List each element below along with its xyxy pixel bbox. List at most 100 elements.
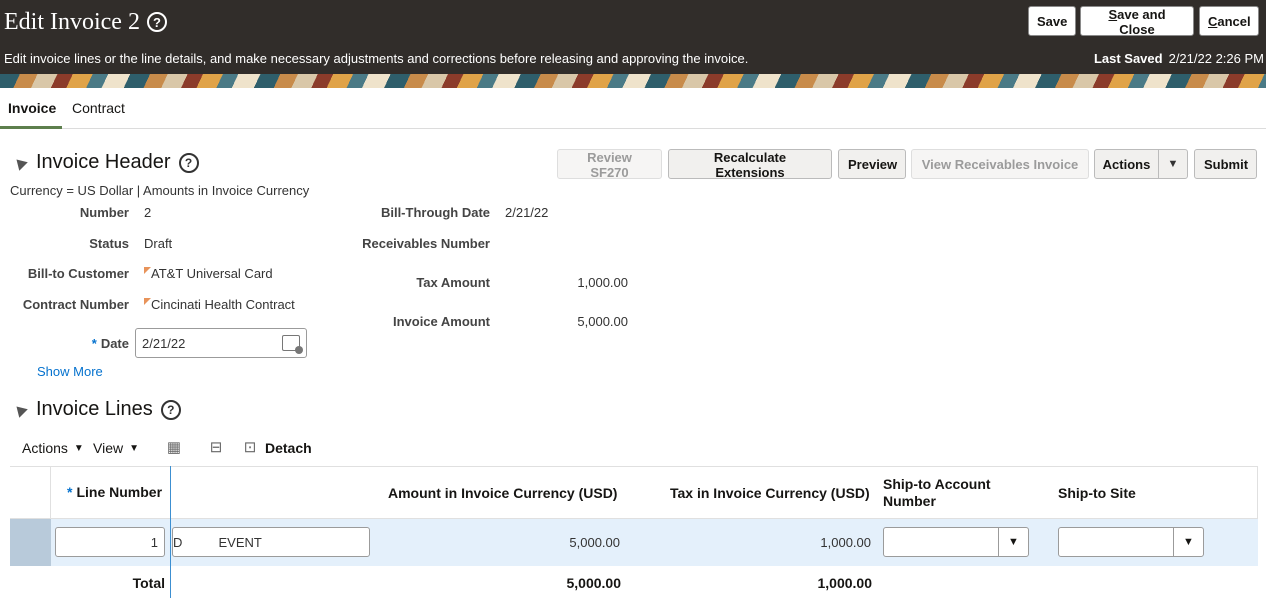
dropdown-arrow-icon[interactable]: ▼ (1173, 528, 1203, 556)
active-tab-indicator (0, 126, 62, 129)
line-number-input[interactable]: 1 (55, 527, 165, 557)
lines-view-menu[interactable]: View ▼ (93, 440, 139, 456)
page-title: Edit Invoice 2 (4, 9, 140, 35)
bill-to-customer-value[interactable]: AT&T Universal Card (144, 266, 273, 281)
save-button[interactable]: Save (1028, 6, 1076, 36)
col-line-number[interactable]: * Line Number (67, 484, 162, 500)
table-row[interactable]: 1 D EVENT 5,000.00 1,000.00 ▼ ▼ (10, 519, 1258, 566)
required-indicator: * (91, 336, 97, 351)
freeze-columns-icon[interactable]: ▦ (165, 438, 183, 456)
decorative-banner (0, 74, 1266, 88)
save-and-close-button[interactable]: Save and Close (1080, 6, 1194, 37)
ship-to-site-select[interactable]: ▼ (1058, 527, 1204, 557)
help-icon[interactable]: ? (147, 12, 167, 32)
show-more-link[interactable]: Show More (37, 364, 103, 379)
submit-button[interactable]: Submit (1194, 149, 1257, 179)
date-input-value: 2/21/22 (142, 336, 186, 351)
page-subtitle: Edit invoice lines or the line details, … (4, 51, 749, 66)
lines-view-label: View (93, 440, 124, 456)
receivables-number-label: Receivables Number (362, 236, 490, 251)
table-total-row: Total 5,000.00 1,000.00 (10, 566, 1258, 598)
col-ship-to-account-l2: Number (883, 493, 936, 509)
bill-to-customer-label: Bill-to Customer (27, 266, 129, 281)
contract-number-label: Contract Number (22, 297, 129, 312)
total-label: Total (132, 575, 165, 591)
invoice-amount-value: 5,000.00 (577, 314, 628, 329)
required-indicator: * (67, 484, 73, 500)
invoice-lines-section-title[interactable]: Invoice Lines ? (12, 398, 181, 421)
col-ship-to-account-l1: Ship-to Account (883, 476, 991, 492)
number-label: Number (79, 205, 129, 220)
col-ship-to-account[interactable]: Ship-to Account Number (883, 476, 991, 510)
dropdown-arrow-icon: ▼ (73, 442, 84, 454)
col-ship-to-site[interactable]: Ship-to Site (1058, 485, 1136, 501)
row-header-column (10, 467, 51, 520)
dropdown-arrow-icon: ▼ (129, 442, 139, 454)
last-saved-value: 2/21/22 2:26 PM (1168, 51, 1264, 66)
review-sf270-button[interactable]: Review SF270 (557, 149, 662, 180)
date-label-text: Date (100, 336, 129, 351)
number-value: 2 (144, 205, 152, 220)
lines-actions-menu[interactable]: Actions ▼ (22, 440, 84, 456)
preview-button[interactable]: Preview (838, 149, 906, 179)
recalculate-extensions-button[interactable]: Recalculate Extensions (668, 149, 832, 180)
tab-invoice[interactable]: Invoice (8, 100, 56, 116)
cancel-label: ancel (1217, 13, 1251, 29)
calendar-icon[interactable] (282, 335, 303, 354)
date-input[interactable]: 2/21/22 (135, 328, 307, 358)
tab-contract[interactable]: Contract (72, 100, 125, 116)
contract-number-value[interactable]: Cincinati Health Contract (144, 297, 295, 312)
actions-menu-button[interactable]: Actions ▼ (1094, 149, 1188, 179)
invoice-lines-table: * Line Number Amount in Invoice Currency … (10, 466, 1258, 598)
collapse-triangle-icon[interactable] (12, 401, 28, 418)
col-amount[interactable]: Amount in Invoice Currency (USD) (388, 485, 617, 501)
help-icon[interactable]: ? (178, 152, 199, 173)
total-amount: 5,000.00 (566, 575, 622, 591)
tax-amount-label: Tax Amount (416, 275, 490, 290)
page-header: Edit Invoice 2 ? Edit invoice lines or t… (0, 0, 1266, 74)
collapse-triangle-icon[interactable] (12, 154, 28, 171)
row-selector[interactable] (10, 519, 51, 566)
currency-info: Currency = US Dollar | Amounts in Invoic… (10, 183, 310, 198)
ship-to-account-select[interactable]: ▼ (883, 527, 1029, 557)
actions-label[interactable]: Actions (1095, 150, 1159, 178)
invoice-header-title: Invoice Header (36, 151, 171, 173)
invoice-amount-label: Invoice Amount (392, 314, 490, 329)
help-icon[interactable]: ? (160, 399, 181, 420)
col-tax[interactable]: Tax in Invoice Currency (USD) (670, 485, 870, 501)
row-tax: 1,000.00 (820, 535, 871, 550)
invoice-header-section-title[interactable]: Invoice Header ? (12, 151, 199, 174)
contract-number-text: Cincinati Health Contract (151, 297, 295, 312)
flag-icon (144, 298, 151, 305)
cancel-mnemonic: C (1208, 13, 1218, 29)
bill-to-customer-text: AT&T Universal Card (151, 266, 273, 281)
wrap-icon[interactable]: ⊟ (207, 438, 225, 456)
last-saved: Last Saved 2/21/22 2:26 PM (1094, 51, 1264, 66)
frozen-column-divider[interactable] (170, 466, 171, 598)
description-input[interactable]: D EVENT (172, 527, 370, 557)
tax-amount-value: 1,000.00 (577, 275, 628, 290)
table-header-row: * Line Number Amount in Invoice Currency … (10, 466, 1258, 520)
dropdown-arrow-icon[interactable]: ▼ (998, 528, 1028, 556)
bill-through-date-value: 2/21/22 (505, 205, 549, 220)
last-saved-label: Last Saved (1093, 51, 1163, 66)
lines-actions-label: Actions (22, 440, 68, 456)
status-label: Status (89, 236, 129, 251)
row-amount: 5,000.00 (569, 535, 620, 550)
dropdown-arrow-icon[interactable]: ▼ (1159, 150, 1187, 178)
flag-icon (144, 267, 151, 274)
cancel-button[interactable]: Cancel (1199, 6, 1259, 36)
date-label: * Date (92, 336, 129, 351)
save-close-mnemonic: S (1108, 7, 1118, 22)
detach-icon[interactable]: ⊡ (241, 438, 259, 456)
view-receivables-invoice-button[interactable]: View Receivables Invoice (911, 149, 1089, 179)
col-line-number-label: Line Number (76, 484, 163, 500)
tab-bar: Invoice Contract (0, 88, 1266, 129)
table-edge (1257, 467, 1258, 520)
invoice-lines-title: Invoice Lines (36, 398, 153, 420)
bill-through-date-label: Bill-Through Date (380, 205, 490, 220)
total-tax: 1,000.00 (817, 575, 873, 591)
detach-button[interactable]: Detach (265, 440, 312, 456)
status-value: Draft (144, 236, 173, 251)
save-close-label: ave and Close (1117, 7, 1166, 37)
